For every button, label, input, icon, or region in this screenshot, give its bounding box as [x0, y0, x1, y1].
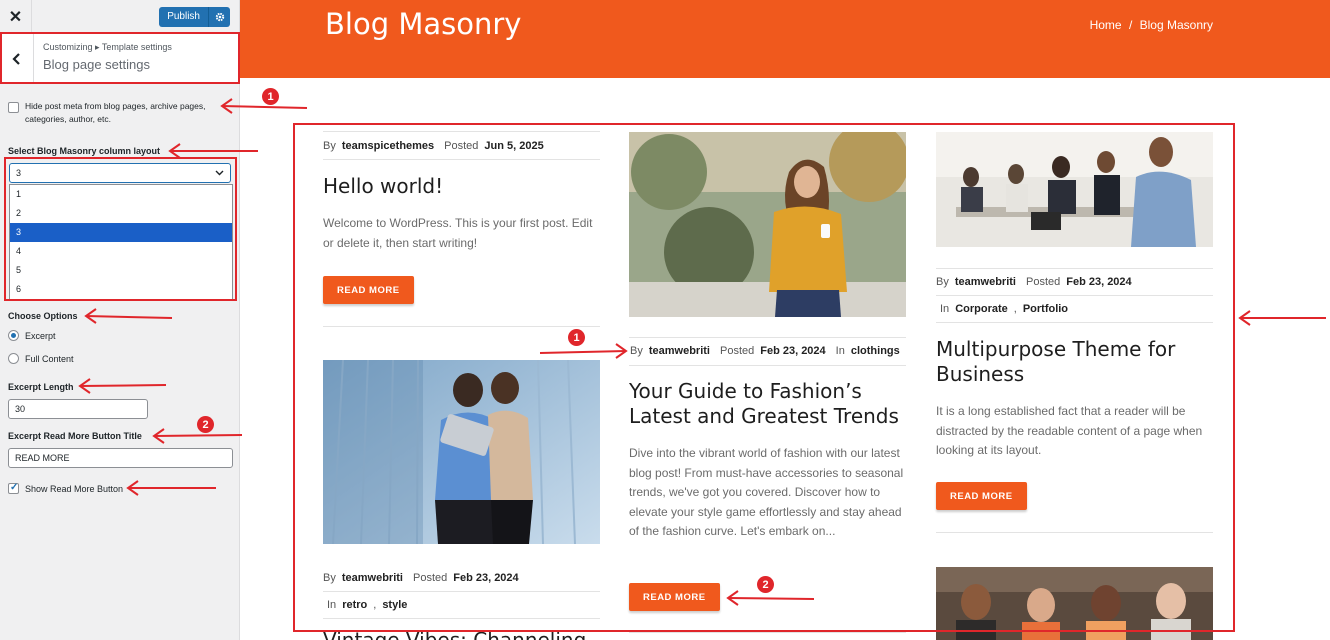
- annotation-arrows: [78, 98, 1326, 606]
- annotation-badge-2: 2: [197, 416, 214, 433]
- arrow-choose-options: [85, 315, 173, 319]
- arrow-read-more-title: [153, 434, 243, 437]
- arrow-hide-meta: [221, 105, 308, 109]
- annotation-badge-1: 1: [262, 88, 279, 105]
- annotation-badge-1: 1: [568, 329, 585, 346]
- arrow-post-meta: [539, 350, 627, 354]
- arrow-excerpt-length: [79, 384, 167, 387]
- arrow-read-more-button: [727, 597, 815, 600]
- annotation-badge-2: 2: [757, 576, 774, 593]
